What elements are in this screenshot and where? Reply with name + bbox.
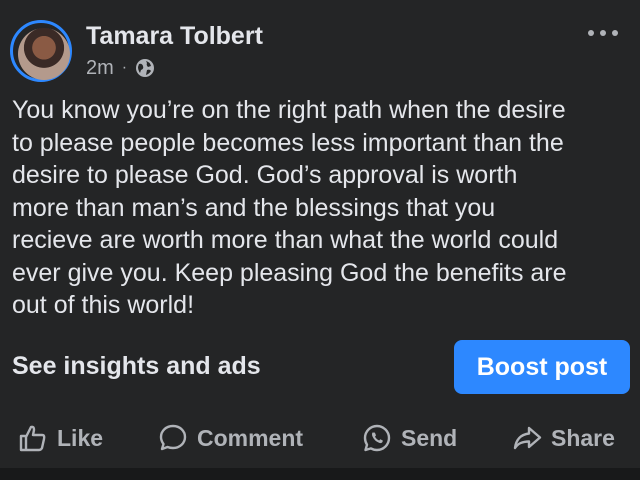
send-label: Send (401, 424, 458, 451)
share-arrow-icon (513, 426, 542, 450)
post-card: Tamara Tolbert 2m · You know you’re on t… (0, 0, 640, 468)
post-header: Tamara Tolbert 2m · (10, 20, 630, 82)
avatar[interactable] (18, 28, 70, 80)
post-meta: 2m · (86, 56, 155, 80)
send-button[interactable]: Send (362, 418, 457, 458)
whatsapp-icon (363, 424, 391, 452)
avatar-story-ring[interactable] (10, 20, 72, 82)
author-name[interactable]: Tamara Tolbert (86, 22, 263, 51)
meta-separator: · (121, 59, 128, 76)
share-button[interactable]: Share (512, 418, 615, 458)
comment-button[interactable]: Comment (158, 418, 303, 458)
boost-post-button[interactable]: Boost post (454, 340, 630, 394)
comment-icon (159, 424, 187, 451)
more-dot (588, 30, 594, 36)
more-options-icon[interactable] (588, 26, 618, 40)
post-timestamp[interactable]: 2m (86, 57, 114, 80)
more-dot (600, 30, 606, 36)
share-label: Share (551, 424, 615, 451)
post-divider (0, 468, 640, 480)
more-dot (612, 30, 618, 36)
thumbs-up-icon (19, 425, 46, 452)
action-bar: Like Comment Send Share (0, 418, 640, 458)
comment-label: Comment (197, 424, 304, 451)
globe-icon[interactable] (135, 58, 155, 78)
like-button[interactable]: Like (18, 418, 103, 458)
post-text: You know you’re on the right path when t… (12, 96, 567, 319)
like-label: Like (57, 424, 104, 451)
see-insights-link[interactable]: See insights and ads (12, 352, 261, 381)
